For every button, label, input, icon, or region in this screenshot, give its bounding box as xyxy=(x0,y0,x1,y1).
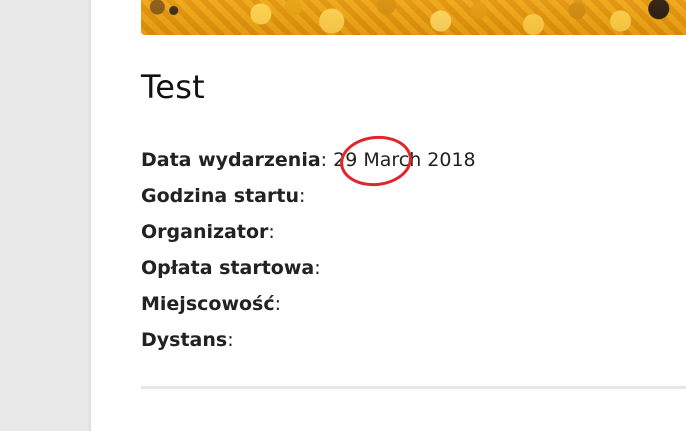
event-title: Test xyxy=(141,68,205,106)
date-label: Data wydarzenia xyxy=(141,149,321,171)
detail-row-location: Miejscowość: xyxy=(141,293,282,315)
fee-label: Opłata startowa xyxy=(141,257,315,279)
detail-row-fee: Opłata startowa: xyxy=(141,257,321,279)
organizer-label: Organizator xyxy=(141,221,269,243)
section-divider xyxy=(141,386,686,389)
distance-label: Dystans xyxy=(141,329,228,351)
detail-row-start-time: Godzina startu: xyxy=(141,185,306,207)
detail-row-organizer: Organizator: xyxy=(141,221,275,243)
location-label: Miejscowość xyxy=(141,293,275,315)
event-details: Data wydarzenia: 29 March 2018 Godzina s… xyxy=(141,147,661,363)
start-time-label: Godzina startu xyxy=(141,185,299,207)
hero-image xyxy=(141,0,686,35)
detail-row-distance: Dystans: xyxy=(141,329,234,351)
